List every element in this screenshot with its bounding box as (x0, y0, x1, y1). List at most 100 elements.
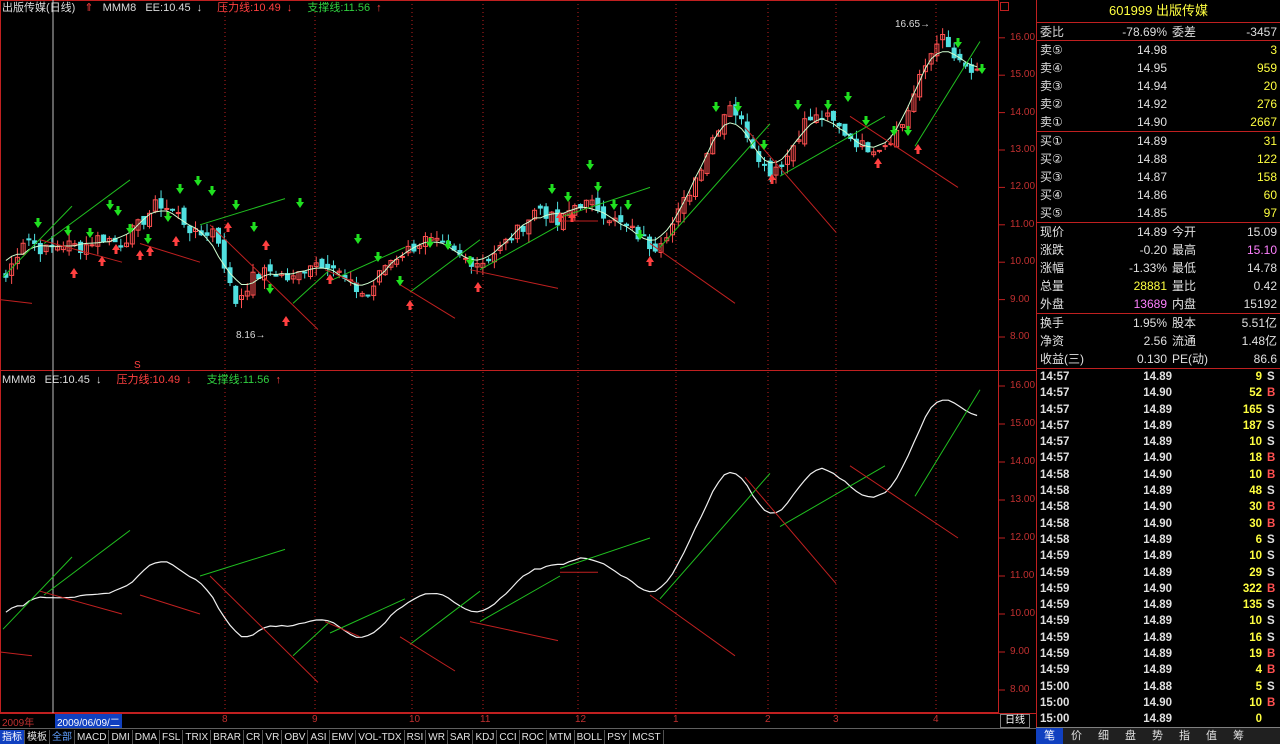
bid-row[interactable]: 买① 14.89 31 (1037, 132, 1280, 150)
right-tab[interactable]: 盘 (1117, 728, 1144, 744)
right-tab[interactable]: 指 (1171, 728, 1198, 744)
ask-row[interactable]: 卖⑤ 14.98 3 (1037, 41, 1280, 59)
indicator-tab[interactable]: SAR (448, 730, 474, 744)
indicator-tab[interactable]: VOL-TDX (356, 730, 405, 744)
tick-price: 14.89 (1143, 648, 1172, 661)
ask-row[interactable]: 卖④ 14.95 959 (1037, 59, 1280, 77)
indicator-tab[interactable]: ROC (520, 730, 547, 744)
support-line (199, 548, 286, 577)
indicator-tab-bar: 指标 模板 全部 MACD DMI DMA FSL TRIX BRAR CR VR OBV ASI EMV… (0, 728, 1036, 744)
tick-row: 14:59 14.89 10 S (1037, 613, 1280, 629)
lower-axis-label: 15.00 (1010, 418, 1036, 429)
ask-row[interactable]: 卖③ 14.94 20 (1037, 77, 1280, 95)
indicator-tab[interactable]: MCST (630, 730, 664, 744)
indicator-tab[interactable]: FSL (160, 730, 184, 744)
quote-row: 外盘 13689 内盘 15192 (1037, 295, 1280, 313)
quote-list: 现价 14.89 今开 15.09 涨跌 -0.20 最高 15.10 涨幅 -1.33% 最低 14… (1037, 222, 1280, 313)
ask-price: 14.90 (1136, 115, 1167, 129)
bid-row[interactable]: 买② 14.88 122 (1037, 150, 1280, 168)
indicator-tab[interactable]: EMV (330, 730, 357, 744)
indicator-tab[interactable]: MACD (75, 730, 110, 744)
candle-body (767, 160, 773, 177)
tick-time: 15:00 (1040, 680, 1070, 693)
tick-row: 14:57 14.90 52 B (1037, 385, 1280, 401)
sell-signal-icon (610, 200, 618, 210)
right-tab[interactable]: 势 (1144, 728, 1171, 744)
ask-row[interactable]: 卖① 14.90 2667 (1037, 113, 1280, 131)
bid-row[interactable]: 买⑤ 14.85 97 (1037, 204, 1280, 222)
tick-volume: 18 (1249, 452, 1262, 465)
right-tab[interactable]: 筹 (1225, 728, 1252, 744)
tick-time: 14:58 (1040, 468, 1070, 481)
tick-price: 14.90 (1143, 452, 1172, 465)
indicator-tab[interactable]: CR (244, 730, 264, 744)
indicator-tab[interactable]: MTM (547, 730, 575, 744)
tick-side: S (1267, 533, 1275, 546)
indicator-tab[interactable]: RSI (405, 730, 427, 744)
indicator-tab[interactable]: 全部 (50, 730, 75, 744)
buy-signal-icon (646, 256, 654, 266)
candle-body (951, 47, 957, 59)
sell-signal-icon (176, 184, 184, 194)
maximize-box[interactable] (1000, 2, 1009, 11)
indicator-tab[interactable]: PSY (605, 730, 631, 744)
indicator-tab[interactable]: CCI (497, 730, 520, 744)
tick-price: 14.89 (1143, 419, 1172, 432)
tick-volume: 10 (1249, 468, 1262, 481)
right-tab[interactable]: 值 (1198, 728, 1225, 744)
quote-value: 15.10 (1246, 243, 1277, 257)
indicator-tab[interactable]: WR (426, 730, 448, 744)
quote-label: 内盘 (1172, 297, 1197, 311)
low-annotation: 8.16→ (236, 330, 266, 341)
sell-signal-icon (114, 206, 122, 216)
right-tab[interactable]: 笔 (1036, 728, 1063, 744)
indicator-tab[interactable]: KDJ (473, 730, 498, 744)
indicator-tab[interactable]: BRAR (211, 730, 244, 744)
upper-axis-label: 11.00 (1010, 218, 1035, 230)
ask-row[interactable]: 卖② 14.92 276 (1037, 95, 1280, 113)
tick-time: 14:58 (1040, 485, 1070, 498)
stock-title: 出版传媒(日线) (2, 2, 76, 14)
right-tab[interactable]: 细 (1090, 728, 1117, 744)
indicator-name[interactable]: MMM8 (103, 2, 137, 14)
quote-row: 涨跌 -0.20 最高 15.10 (1037, 241, 1280, 259)
resist-line (209, 224, 319, 330)
right-tab[interactable]: 价 (1063, 728, 1090, 744)
indicator-tab[interactable]: ASI (308, 730, 330, 744)
tick-price: 14.89 (1143, 566, 1172, 579)
indicator-tab[interactable]: TRIX (183, 730, 212, 744)
period-button[interactable]: 日线 (1000, 714, 1030, 728)
indicator-tab[interactable]: VR (263, 730, 283, 744)
tick-row: 14:58 14.90 30 B (1037, 499, 1280, 515)
chart-area[interactable]: S 出版传媒(日线) ⇑ MMM8 EE:10.45 ↓ 压力线:10.49 ↓ 支… (0, 0, 1036, 727)
bid-row[interactable]: 买④ 14.86 60 (1037, 186, 1280, 204)
sub-indicator-name[interactable]: MMM8 (2, 374, 36, 386)
month-label: 9 (312, 714, 318, 725)
bid-price: 14.89 (1136, 134, 1167, 148)
resist-line (649, 594, 736, 657)
indicator-tab[interactable]: BOLL (575, 730, 606, 744)
buy-signal-icon (70, 268, 78, 278)
candle-body (779, 164, 785, 167)
indicator-tab[interactable]: 模板 (25, 730, 50, 744)
bid-price: 14.85 (1136, 206, 1167, 220)
tick-side: S (1267, 680, 1275, 693)
tick-side: B (1267, 696, 1276, 709)
tick-price: 14.89 (1143, 436, 1172, 449)
tick-volume: 165 (1242, 403, 1262, 416)
kline-chart-svg[interactable]: S (0, 0, 1036, 727)
sell-signal-icon (396, 276, 404, 286)
indicator-tab[interactable]: OBV (282, 730, 309, 744)
tick-volume: 30 (1249, 501, 1262, 514)
tick-volume: 10 (1249, 615, 1262, 628)
sell-signal-icon (760, 140, 768, 150)
bid-row[interactable]: 买③ 14.87 158 (1037, 168, 1280, 186)
candle-body (365, 294, 371, 297)
lower-axis-label: 16.00 (1010, 380, 1036, 391)
indicator-tab[interactable]: DMA (133, 730, 161, 744)
tick-time: 14:58 (1040, 517, 1070, 530)
ask-price: 14.94 (1136, 79, 1167, 93)
sell-signal-icon (354, 234, 362, 244)
indicator-tab[interactable]: DMI (109, 730, 133, 744)
indicator-tab[interactable]: 指标 (0, 730, 25, 744)
